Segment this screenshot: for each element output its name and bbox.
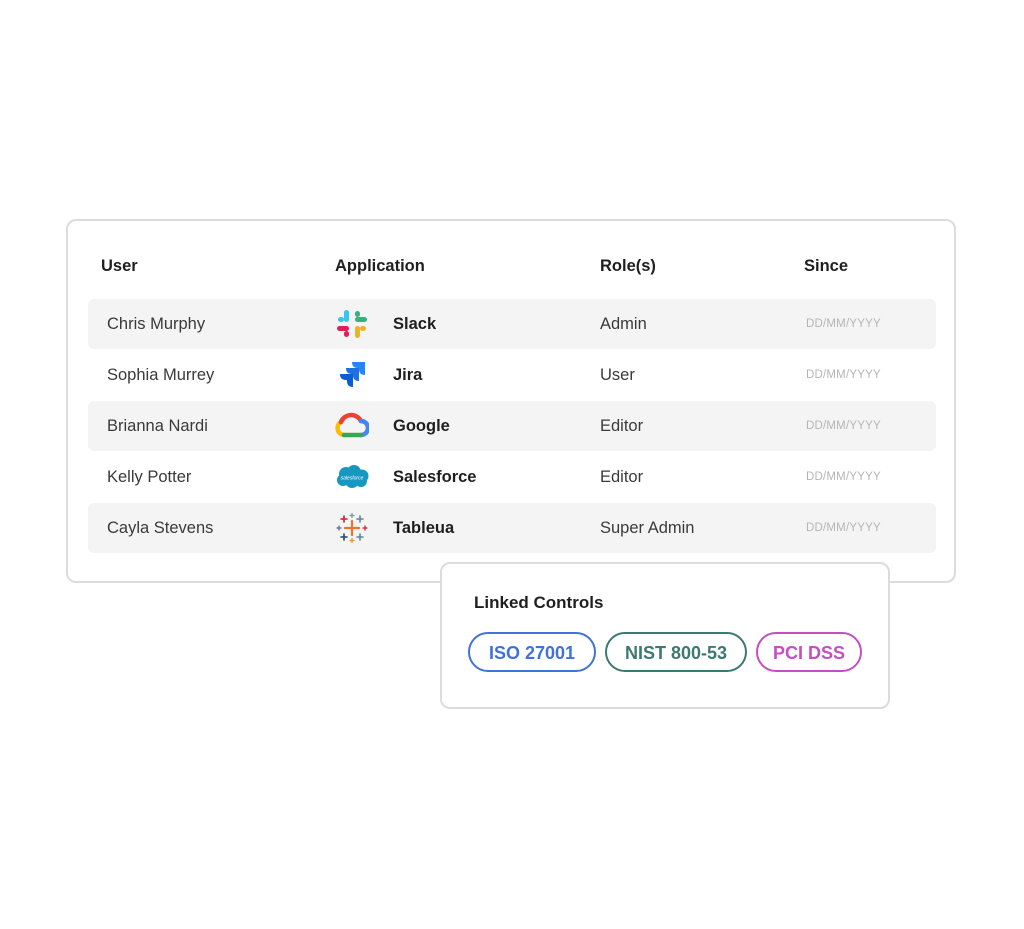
role: Editor [600, 468, 644, 486]
application-name: Google [393, 417, 450, 435]
control-tag-pci-dss[interactable]: PCI DSS [756, 632, 862, 672]
role: Admin [600, 315, 647, 333]
since-date: DD/MM/YYYY [806, 522, 881, 534]
svg-text:salesforce: salesforce [341, 476, 364, 482]
application-name: Tableua [393, 519, 455, 537]
salesforce-icon: salesforce [337, 465, 369, 488]
table-row[interactable]: Brianna Nardi Google Editor DD/MM/YYYY [88, 401, 936, 451]
since-date: DD/MM/YYYY [806, 420, 881, 432]
table-header: User Application Role(s) Since [68, 257, 954, 281]
role: User [600, 366, 635, 384]
user-name: Sophia Murrey [107, 366, 215, 384]
application-name: Salesforce [393, 468, 477, 486]
user-name: Cayla Stevens [107, 519, 214, 537]
application-name: Jira [393, 366, 423, 384]
user-name: Brianna Nardi [107, 417, 208, 435]
page: User Application Role(s) Since Chris Mur… [0, 0, 1024, 929]
user-name: Chris Murphy [107, 315, 206, 333]
tableau-icon [336, 512, 368, 544]
application-name: Slack [393, 315, 437, 333]
table-row[interactable]: Kelly Potter salesforce Salesforce Edito… [88, 452, 936, 502]
since-date: DD/MM/YYYY [806, 471, 881, 483]
header-since: Since [804, 257, 849, 275]
header-user: User [101, 257, 138, 275]
user-access-table: User Application Role(s) Since Chris Mur… [66, 219, 956, 583]
header-application: Application [335, 257, 425, 275]
since-date: DD/MM/YYYY [806, 318, 881, 330]
table-row[interactable]: Chris Murphy Slack Admin DD/MM/YYYY [88, 299, 936, 349]
control-tag-iso-27001[interactable]: ISO 27001 [468, 632, 596, 672]
header-roles: Role(s) [600, 257, 656, 275]
slack-icon [337, 310, 367, 338]
google-cloud-icon [335, 412, 369, 438]
since-date: DD/MM/YYYY [806, 369, 881, 381]
linked-controls-title: Linked Controls [474, 593, 604, 612]
role: Super Admin [600, 519, 695, 537]
role: Editor [600, 417, 644, 435]
user-name: Kelly Potter [107, 468, 192, 486]
jira-icon [340, 362, 365, 387]
table-row[interactable]: Cayla Stevens Tableua Super Admin DD/MM/… [88, 503, 936, 553]
linked-controls-card: Linked Controls ISO 27001 NIST 800-53 PC… [440, 562, 890, 709]
table-row[interactable]: Sophia Murrey Jira User DD/MM/YYYY [88, 350, 936, 400]
control-tag-nist-800-53[interactable]: NIST 800-53 [605, 632, 747, 672]
